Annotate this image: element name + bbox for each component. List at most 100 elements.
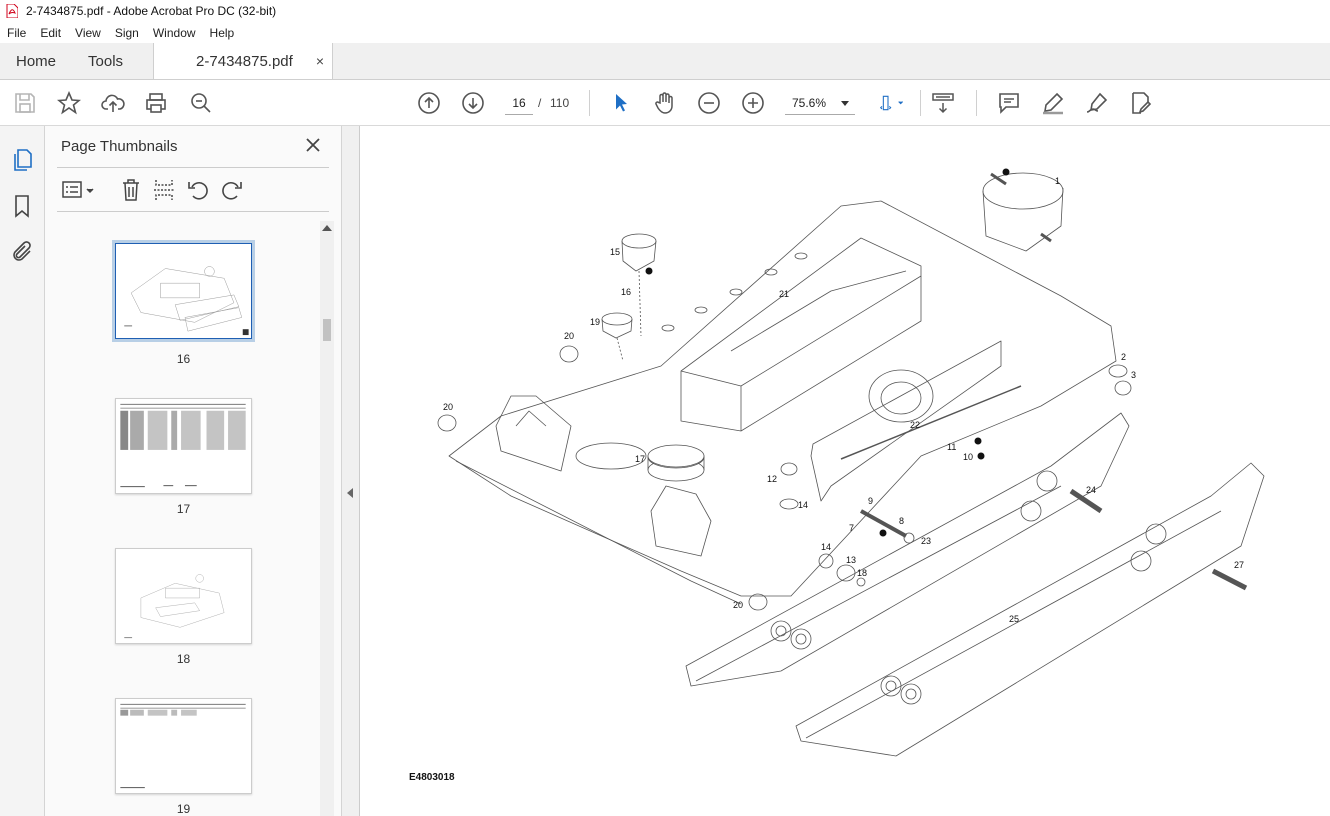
figure-code: E4803018: [409, 772, 455, 783]
callout: 16: [621, 287, 631, 297]
options-menu-icon[interactable]: [61, 178, 95, 202]
navigation-rail: [0, 126, 45, 816]
callout: 17: [635, 454, 645, 464]
scroll-mode-icon[interactable]: [930, 90, 956, 116]
menu-bar: File Edit View Sign Window Help: [0, 22, 1330, 43]
note-markers: [645, 168, 1010, 537]
toolbar-divider: [976, 90, 977, 116]
menu-view[interactable]: View: [68, 26, 108, 40]
page-separator: /: [538, 96, 542, 110]
callout: 22: [910, 420, 920, 430]
menu-sign[interactable]: Sign: [108, 26, 146, 40]
upload-icon[interactable]: [100, 90, 126, 116]
thumbnail-scrollbar[interactable]: [320, 221, 334, 816]
tab-bar: Home Tools 2-7434875.pdf ×: [0, 43, 1330, 80]
highlight-icon[interactable]: [1040, 90, 1066, 116]
callout: 18: [857, 568, 867, 578]
attachments-icon[interactable]: [10, 240, 34, 264]
zoom-search-icon[interactable]: [188, 90, 214, 116]
thumbnail-page-17[interactable]: [115, 398, 252, 494]
thumbnail-label: 16: [176, 352, 191, 366]
callout: 2: [1121, 352, 1126, 362]
thumbnail-label: 17: [176, 502, 191, 516]
callout: 20: [733, 600, 743, 610]
document-view[interactable]: 1 2 3 7 8 9 10 11 12 13 14 14 15 16 17 1…: [361, 126, 1330, 816]
page-down-icon[interactable]: [460, 90, 486, 116]
callout: 10: [963, 452, 973, 462]
title-bar: 2-7434875.pdf - Adobe Acrobat Pro DC (32…: [0, 0, 1330, 22]
page-number-input[interactable]: 16: [505, 91, 533, 115]
close-icon[interactable]: [305, 137, 321, 153]
rotate-left-icon[interactable]: [186, 178, 210, 202]
main-toolbar: 16 / 110 75.6%: [0, 80, 1330, 126]
delete-icon[interactable]: [119, 178, 143, 202]
menu-edit[interactable]: Edit: [33, 26, 68, 40]
callout: 12: [767, 474, 777, 484]
tab-document-label: 2-7434875.pdf: [196, 52, 293, 70]
thumbnail-page-19[interactable]: [115, 698, 252, 794]
zoom-value: 75.6%: [792, 96, 827, 110]
callout: 3: [1131, 370, 1136, 380]
rotate-right-icon[interactable]: [220, 178, 244, 202]
window-title: 2-7434875.pdf - Adobe Acrobat Pro DC (32…: [26, 4, 277, 18]
zoom-out-icon[interactable]: [696, 90, 722, 116]
callout: 24: [1086, 485, 1096, 495]
page-up-icon[interactable]: [416, 90, 442, 116]
callout: 8: [899, 516, 904, 526]
scrollbar-thumb[interactable]: [323, 319, 331, 341]
callout: 21: [779, 289, 789, 299]
callout: 14: [798, 500, 808, 510]
tab-document[interactable]: 2-7434875.pdf ×: [153, 43, 334, 79]
bookmark-star-icon[interactable]: [56, 90, 82, 116]
zoom-select[interactable]: 75.6%: [785, 91, 855, 115]
tab-home[interactable]: Home: [0, 43, 72, 79]
toolbar-divider: [920, 90, 921, 116]
part-callouts: 1 2 3 7 8 9 10 11 12 13 14 14 15 16 17 1…: [443, 176, 1244, 624]
callout: 23: [921, 536, 931, 546]
close-tab-icon[interactable]: ×: [316, 53, 324, 69]
callout: 19: [590, 317, 600, 327]
print-icon[interactable]: [143, 90, 169, 116]
hand-icon[interactable]: [652, 90, 678, 116]
callout: 15: [610, 247, 620, 257]
menu-window[interactable]: Window: [146, 26, 203, 40]
bookmarks-icon[interactable]: [10, 194, 34, 218]
exploded-parts-drawing: 1 2 3 7 8 9 10 11 12 13 14 14 15 16 17 1…: [437, 168, 1265, 757]
menu-help[interactable]: Help: [203, 26, 242, 40]
comment-icon[interactable]: [996, 90, 1022, 116]
thumbnail-page-18[interactable]: [115, 548, 252, 644]
panel-divider: [57, 167, 329, 168]
callout: 7: [849, 523, 854, 533]
select-cursor-icon[interactable]: [608, 90, 634, 116]
tab-tools[interactable]: Tools: [72, 43, 151, 79]
thumbnail-list: 16 17 18 19: [45, 226, 320, 816]
callout: 14: [821, 542, 831, 552]
zoom-in-icon[interactable]: [740, 90, 766, 116]
callout: 9: [868, 496, 873, 506]
scroll-up-icon[interactable]: [322, 225, 332, 231]
extract-icon[interactable]: [152, 178, 176, 202]
menu-file[interactable]: File: [0, 26, 33, 40]
callout: 11: [947, 442, 956, 452]
chevron-down-icon: [841, 101, 849, 106]
panel-collapse-handle[interactable]: [342, 126, 360, 816]
callout: 20: [564, 331, 574, 341]
edit-pdf-icon[interactable]: [1128, 90, 1154, 116]
callout: 27: [1234, 560, 1244, 570]
fit-page-icon[interactable]: [874, 90, 910, 116]
sign-icon[interactable]: [1084, 90, 1110, 116]
collapse-arrow-icon: [347, 488, 353, 498]
thumbnail-label: 19: [176, 802, 191, 816]
thumbnails-panel: Page Thumbnails 16 17 18 19: [45, 126, 342, 816]
save-icon[interactable]: [12, 90, 38, 116]
page-total: 110: [550, 96, 570, 110]
callout: 13: [846, 555, 856, 565]
thumbnail-page-16[interactable]: [112, 240, 255, 342]
callout: 20: [443, 402, 453, 412]
callout: 1: [1055, 176, 1060, 186]
thumbnail-label: 18: [176, 652, 191, 666]
panel-title: Page Thumbnails: [61, 138, 178, 155]
pages-icon[interactable]: [10, 148, 34, 172]
callout: 25: [1009, 614, 1019, 624]
pdf-app-icon: [6, 3, 19, 19]
